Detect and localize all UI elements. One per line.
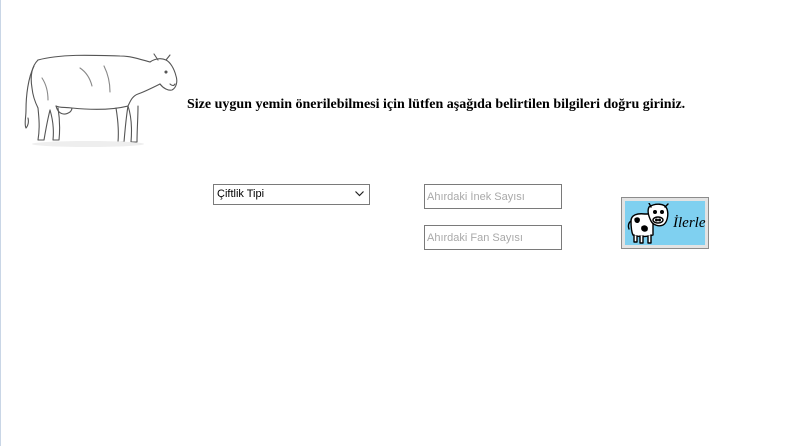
cartoon-cow-icon bbox=[627, 203, 669, 244]
fan-count-input[interactable] bbox=[424, 225, 562, 250]
window-left-border bbox=[0, 0, 1, 446]
farm-type-select[interactable]: Çiftlik Tipi bbox=[213, 184, 370, 205]
next-button-label: İlerle bbox=[673, 215, 706, 231]
next-button[interactable]: İlerle bbox=[621, 197, 709, 249]
cow-sketch-image bbox=[24, 53, 178, 147]
chevron-down-icon[interactable] bbox=[354, 188, 365, 199]
farm-type-selected-value: Çiftlik Tipi bbox=[217, 188, 265, 200]
instruction-text: Size uygun yemin önerilebilmesi için lüt… bbox=[187, 97, 686, 112]
next-button-face: İlerle bbox=[625, 201, 705, 245]
cow-count-input[interactable] bbox=[424, 184, 562, 209]
